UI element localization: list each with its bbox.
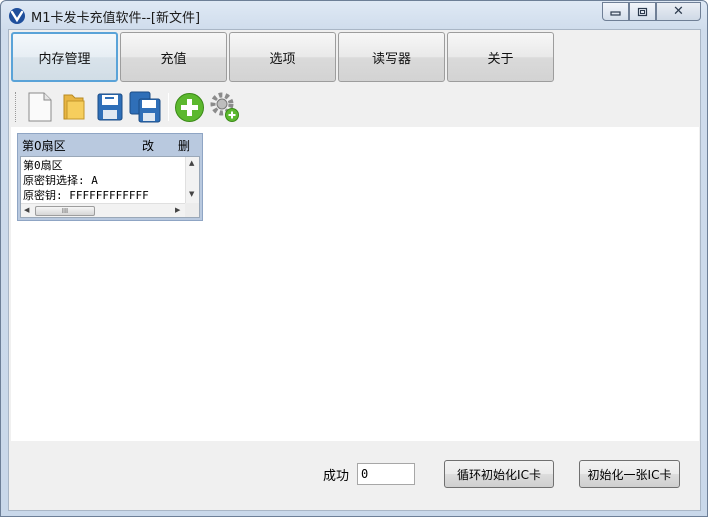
minimize-icon [610, 11, 621, 16]
open-folder-icon [63, 94, 85, 120]
tab-reader[interactable]: 读写器 [338, 32, 445, 82]
sector-detail-line: 原密钥选择: A [23, 174, 98, 187]
new-file-button[interactable] [24, 91, 56, 123]
title-bar[interactable]: M1卡发卡充值软件--[新文件] ✕ [1, 1, 707, 29]
sector-header: 第0扇区 改 删 [18, 134, 202, 154]
memory-workspace: 第0扇区 改 删 第0扇区 原密钥选择: A 原密钥: FFFFFFFFFFFF… [11, 127, 699, 441]
scroll-down-icon[interactable]: ▼ [189, 190, 194, 198]
sector-title: 第0扇区 [22, 139, 66, 153]
tab-about[interactable]: 关于 [447, 32, 554, 82]
tab-options[interactable]: 选项 [229, 32, 336, 82]
success-label: 成功 [323, 469, 350, 484]
init-one-card-button[interactable]: 初始化一张IC卡 [579, 460, 680, 488]
toolbar-separator [168, 93, 169, 121]
toolbar-grip[interactable] [15, 92, 18, 122]
restore-icon [637, 7, 648, 16]
sector-detail-line: 原密钥: FFFFFFFFFFFF [23, 189, 149, 202]
scroll-right-icon[interactable]: ▶ [175, 206, 180, 214]
tab-label: 充值 [160, 51, 187, 67]
sector-detail-line: 第0扇区 [23, 159, 63, 172]
close-button[interactable]: ✕ [656, 2, 701, 21]
open-button[interactable] [59, 91, 91, 123]
loop-init-card-button[interactable]: 循环初始化IC卡 [444, 460, 554, 488]
tab-bar: 内存管理 充值 选项 读写器 关于 [11, 32, 554, 82]
window-title: M1卡发卡充值软件--[新文件] [31, 11, 201, 26]
vertical-scrollbar[interactable]: ▲ ▼ [185, 157, 199, 203]
scroll-corner [185, 203, 199, 217]
app-logo-icon [9, 8, 25, 24]
tab-label: 读写器 [371, 51, 411, 67]
add-settings-button[interactable] [208, 91, 240, 123]
success-count-field[interactable] [357, 463, 415, 485]
save-icon [97, 93, 123, 121]
tab-label: 选项 [269, 51, 296, 67]
save-all-icon [129, 91, 161, 123]
add-sector-button[interactable] [173, 91, 205, 123]
add-icon [174, 92, 204, 122]
save-button[interactable] [94, 91, 126, 123]
tab-label: 关于 [487, 51, 514, 67]
tab-label: 内存管理 [38, 51, 91, 67]
close-icon: ✕ [673, 4, 684, 19]
sector-detail-box[interactable]: 第0扇区 原密钥选择: A 原密钥: FFFFFFFFFFFF ▲ ▼ ◀ II… [20, 156, 200, 218]
edit-sector-link[interactable]: 改 [142, 137, 154, 154]
sector-card[interactable]: 第0扇区 改 删 第0扇区 原密钥选择: A 原密钥: FFFFFFFFFFFF… [17, 133, 203, 221]
scroll-left-icon[interactable]: ◀ [24, 206, 29, 214]
settings-add-icon [210, 92, 239, 122]
tab-recharge[interactable]: 充值 [120, 32, 227, 82]
tab-memory-management[interactable]: 内存管理 [11, 32, 118, 82]
minimize-button[interactable] [602, 2, 629, 21]
scroll-up-icon[interactable]: ▲ [189, 159, 194, 167]
scroll-thumb[interactable]: III [35, 206, 95, 216]
save-all-button[interactable] [129, 91, 161, 123]
main-window: M1卡发卡充值软件--[新文件] ✕ 内存管理 充值 选项 读写器 关于 第0扇… [0, 0, 708, 517]
client-area: 内存管理 充值 选项 读写器 关于 第0扇区 改 删 第0扇区 原密钥选择: A… [8, 29, 701, 511]
maximize-button[interactable] [629, 2, 656, 21]
toolbar [11, 88, 699, 126]
horizontal-scrollbar[interactable]: ◀ III ▶ [21, 203, 187, 217]
delete-sector-link[interactable]: 删 [178, 137, 190, 154]
footer-panel: 成功 循环初始化IC卡 初始化一张IC卡 [11, 441, 699, 509]
new-file-icon [28, 92, 52, 122]
